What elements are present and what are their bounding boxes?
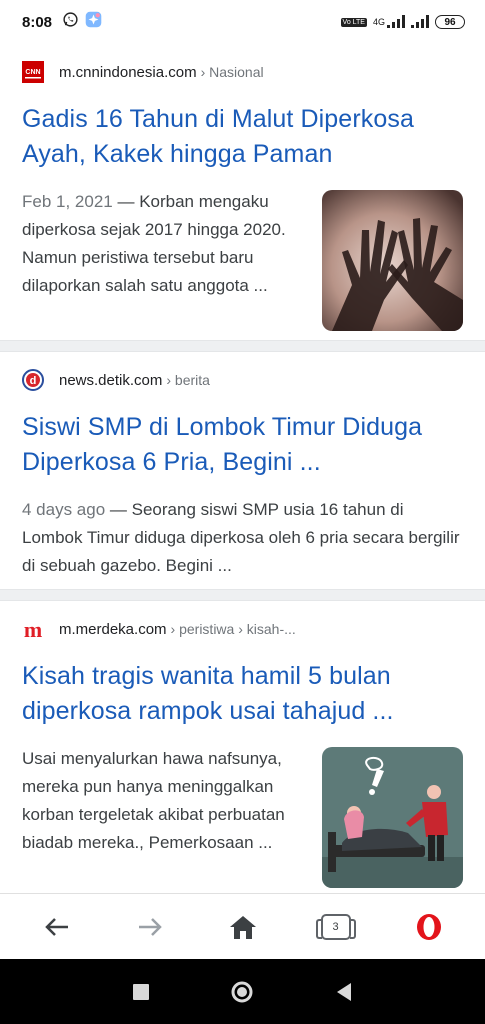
merdeka-favicon-icon: m — [22, 618, 44, 640]
search-results: CNN m.cnnindonesia.com › Nasional Gadis … — [0, 44, 485, 901]
result-headline[interactable]: Gadis 16 Tahun di Malut Diperkosa Ayah, … — [22, 102, 463, 172]
recents-button[interactable] — [116, 967, 166, 1017]
result-snippet: 4 days ago — Seorang siswi SMP usia 16 t… — [22, 496, 463, 580]
result-card[interactable]: m m.merdeka.com › peristiwa › kisah-... … — [0, 601, 485, 901]
tab-count: 3 — [315, 913, 356, 940]
result-headline[interactable]: Siswi SMP di Lombok Timur Diduga Diperko… — [22, 410, 463, 480]
system-home-button[interactable] — [217, 967, 267, 1017]
result-date: 4 days ago — [22, 500, 106, 519]
cnn-favicon-icon: CNN — [22, 61, 44, 83]
result-source[interactable]: m m.merdeka.com › peristiwa › kisah-... — [22, 601, 463, 655]
result-date: Feb 1, 2021 — [22, 192, 113, 211]
battery-indicator: 96 — [435, 15, 465, 29]
signal-icon — [387, 14, 405, 30]
system-nav-bar — [0, 959, 485, 1024]
network-type-label: 4G — [372, 17, 385, 27]
snippet-text: Usai menyalurkan hawa nafsunya, mereka p… — [22, 749, 285, 852]
opera-menu-button[interactable] — [404, 902, 454, 952]
app-notification-icon — [85, 11, 102, 33]
arrow-right-icon — [138, 917, 162, 936]
result-snippet: Feb 1, 2021 — Korban mengaku diperkosa s… — [22, 188, 322, 331]
result-headline[interactable]: Kisah tragis wanita hamil 5 bulan diperk… — [22, 659, 463, 729]
detik-favicon-icon: d — [22, 369, 44, 391]
svg-text:d: d — [30, 375, 37, 387]
source-path: › berita — [166, 372, 210, 388]
home-icon — [229, 915, 256, 939]
result-thumbnail[interactable] — [322, 747, 463, 888]
forward-button[interactable] — [125, 902, 175, 952]
result-card[interactable]: d news.detik.com › berita Siswi SMP di L… — [0, 352, 485, 589]
circle-icon — [231, 981, 253, 1002]
svg-text:m: m — [24, 618, 42, 640]
square-icon — [132, 983, 149, 1000]
whatsapp-icon — [62, 11, 79, 33]
back-button[interactable] — [32, 902, 82, 952]
source-path: › peristiwa › kisah-... — [170, 621, 296, 637]
status-time: 8:08 — [22, 13, 53, 31]
result-source[interactable]: d news.detik.com › berita — [22, 352, 463, 406]
arrow-left-icon — [44, 917, 68, 936]
source-domain: m.cnnindonesia.com — [59, 63, 197, 81]
signal-icon-2 — [411, 14, 429, 30]
volte-icon: Vo LTE — [340, 17, 367, 27]
result-card[interactable]: CNN m.cnnindonesia.com › Nasional Gadis … — [0, 44, 485, 340]
source-domain: m.merdeka.com — [59, 620, 167, 638]
tabs-button[interactable]: 3 — [311, 902, 361, 952]
system-back-button[interactable] — [319, 967, 369, 1017]
result-source[interactable]: CNN m.cnnindonesia.com › Nasional — [22, 44, 463, 98]
triangle-back-icon — [337, 982, 352, 1001]
browser-bottom-nav: 3 — [0, 893, 485, 959]
opera-logo-icon — [416, 913, 441, 940]
status-bar: 8:08 Vo LTE 4G 96 — [0, 0, 485, 44]
result-thumbnail[interactable] — [322, 190, 463, 331]
result-separator — [0, 589, 485, 601]
home-button[interactable] — [218, 902, 268, 952]
svg-text:CNN: CNN — [25, 69, 40, 76]
source-domain: news.detik.com — [59, 371, 163, 389]
result-separator — [0, 340, 485, 352]
result-snippet: Usai menyalurkan hawa nafsunya, mereka p… — [22, 745, 322, 888]
source-path: › Nasional — [200, 64, 264, 80]
